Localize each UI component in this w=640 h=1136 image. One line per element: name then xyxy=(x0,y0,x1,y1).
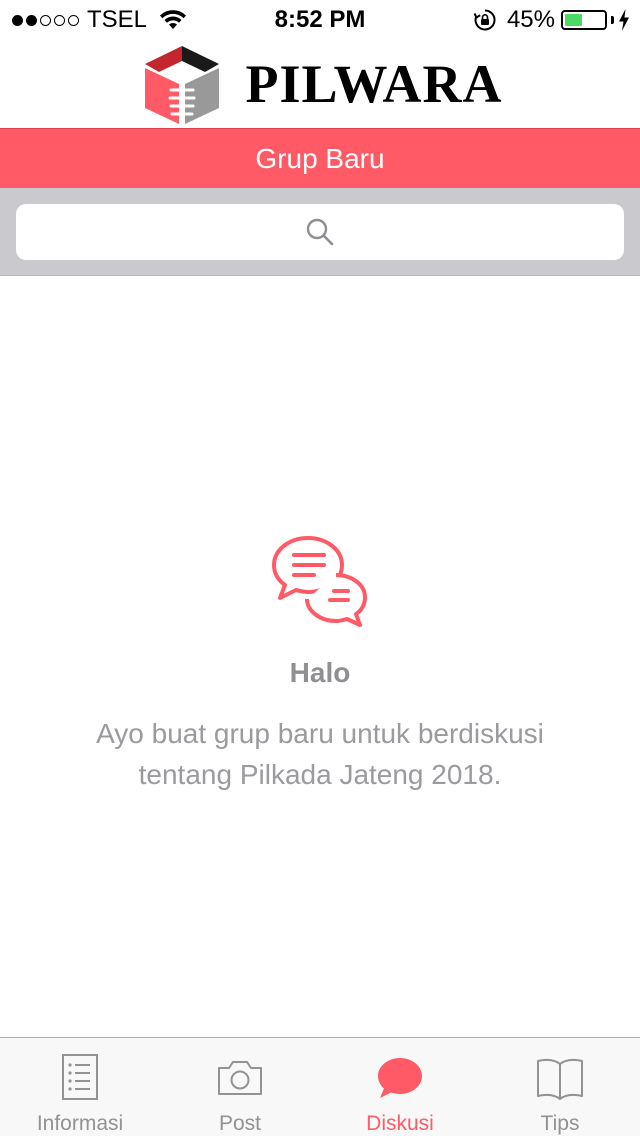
chat-bubble-icon xyxy=(378,1058,422,1098)
battery-tip xyxy=(611,16,614,24)
battery-percent: 45% xyxy=(506,6,555,33)
page-title: Grup Baru xyxy=(255,142,385,174)
charging-bolt-icon xyxy=(619,9,629,31)
tab-tips[interactable]: Tips xyxy=(480,1038,640,1136)
tab-diskusi[interactable]: Diskusi xyxy=(320,1038,480,1136)
app-header: PILWARA xyxy=(0,40,640,128)
pilwara-logo-icon xyxy=(145,46,220,124)
camera-icon xyxy=(218,1061,262,1095)
list-icon xyxy=(62,1054,98,1100)
tab-label: Informasi xyxy=(36,1112,124,1135)
rotation-lock-icon xyxy=(473,9,496,31)
search-box[interactable] xyxy=(16,204,624,260)
search-bar xyxy=(0,188,640,276)
tab-bar: Informasi Post Diskusi Tips xyxy=(0,1037,640,1136)
nav-bar: Grup Baru xyxy=(0,128,640,188)
tab-label: Post xyxy=(218,1112,262,1135)
battery-level xyxy=(565,14,583,26)
status-right: 45% xyxy=(473,6,630,34)
tab-post[interactable]: Post xyxy=(160,1038,320,1136)
tab-informasi[interactable]: Informasi xyxy=(0,1038,160,1136)
battery-icon xyxy=(561,10,607,30)
empty-state-title: Halo xyxy=(289,657,351,688)
tab-label: Tips xyxy=(540,1112,580,1135)
logo-text: PILWARA xyxy=(245,54,503,114)
chat-bubbles-icon xyxy=(272,536,367,627)
empty-state: Halo Ayo buat grup baru untuk berdiskusi… xyxy=(0,535,640,795)
book-icon xyxy=(537,1059,583,1100)
search-input[interactable] xyxy=(16,204,624,260)
status-bar: TSEL 8:52 PM 45% xyxy=(0,0,640,40)
empty-state-message: Ayo buat grup baru untuk berdiskusi tent… xyxy=(96,718,544,790)
tab-label: Diskusi xyxy=(366,1112,434,1135)
